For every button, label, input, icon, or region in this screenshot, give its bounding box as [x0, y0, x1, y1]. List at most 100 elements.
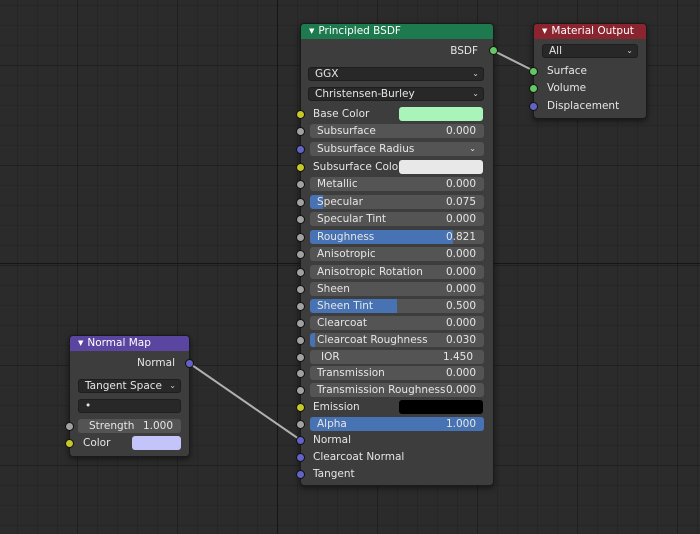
subsurface-socket[interactable] — [296, 127, 305, 136]
grid-axis-vertical — [277, 0, 278, 534]
clearcoat-value: 0.000 — [445, 317, 476, 329]
subsurface-color-socket[interactable] — [296, 163, 305, 172]
transmission-roughness-field[interactable]: Transmission Roughness 0.000 — [310, 383, 484, 397]
subsurface-radius-dropdown[interactable]: Subsurface Radius ⌄ — [310, 142, 484, 156]
displacement-socket[interactable] — [529, 102, 538, 111]
strength-value: 1.000 — [142, 420, 173, 432]
clearcoat-field[interactable]: Clearcoat 0.000 — [310, 316, 484, 330]
chevron-down-icon: ⌄ — [472, 89, 479, 98]
specular-tint-field[interactable]: Specular Tint 0.000 — [310, 212, 484, 226]
clearcoat-normal-socket[interactable] — [296, 453, 305, 462]
principled-bsdf-header[interactable]: ▼ Principled BSDF — [301, 24, 493, 39]
anisotropic-socket[interactable] — [296, 250, 305, 259]
roughness-field[interactable]: Roughness 0.821 — [310, 230, 484, 244]
ior-field[interactable]: IOR 1.450 — [310, 350, 484, 364]
material-output-header[interactable]: ▼ Material Output — [534, 24, 646, 39]
normal-map-header[interactable]: ▼ Normal Map — [70, 336, 189, 351]
roughness-label: Roughness — [317, 231, 375, 243]
distribution-dropdown[interactable]: GGX ⌄ — [308, 67, 484, 81]
specular-label: Specular — [317, 196, 363, 208]
transmission-value: 0.000 — [445, 367, 476, 379]
normal-map-node[interactable]: ▼ Normal Map Normal Tangent Space ⌄ • Str… — [65, 335, 194, 457]
metallic-socket[interactable] — [296, 180, 305, 189]
subsurface-radius-socket[interactable] — [296, 145, 305, 154]
transmission-socket[interactable] — [296, 369, 305, 378]
emission-swatch[interactable] — [399, 400, 483, 414]
output-target-dropdown[interactable]: All ⌄ — [542, 44, 638, 58]
displacement-label: Displacement — [547, 100, 620, 112]
anisotropic-rotation-field[interactable]: Anisotropic Rotation 0.000 — [310, 265, 484, 279]
material-output-node[interactable]: ▼ Material Output All ⌄ Surface Volume Di… — [529, 23, 647, 119]
metallic-field[interactable]: Metallic 0.000 — [310, 177, 484, 191]
anisotropic-rotation-label: Anisotropic Rotation — [317, 266, 423, 278]
material-output-title: Material Output — [551, 25, 634, 37]
space-dropdown[interactable]: Tangent Space ⌄ — [78, 379, 181, 393]
specular-value: 0.075 — [445, 196, 476, 208]
clearcoat-label: Clearcoat — [317, 317, 367, 329]
link-normal-to-normal — [188, 362, 300, 440]
tangent-label: Tangent — [313, 468, 355, 480]
specular-field[interactable]: Specular 0.075 — [310, 195, 484, 209]
bsdf-output-socket[interactable] — [489, 46, 498, 55]
surface-socket[interactable] — [529, 67, 538, 76]
subsurface-value: 0.000 — [445, 125, 476, 137]
space-value: Tangent Space — [85, 380, 162, 392]
ior-socket[interactable] — [296, 353, 305, 362]
clearcoat-roughness-field[interactable]: Clearcoat Roughness 0.030 — [310, 333, 484, 347]
link-bsdf-to-surface — [491, 49, 533, 71]
transmission-field[interactable]: Transmission 0.000 — [310, 366, 484, 380]
color-socket[interactable] — [65, 439, 74, 448]
sheen-socket[interactable] — [296, 285, 305, 294]
collapse-triangle-icon[interactable]: ▼ — [542, 24, 547, 39]
metallic-value: 0.000 — [445, 178, 476, 190]
strength-field[interactable]: Strength 1.000 — [78, 419, 181, 433]
transmission-roughness-value: 0.000 — [445, 384, 476, 396]
clearcoat-roughness-socket[interactable] — [296, 336, 305, 345]
emission-label: Emission — [313, 401, 360, 413]
strength-socket[interactable] — [65, 422, 74, 431]
color-swatch[interactable] — [132, 436, 181, 450]
clearcoat-roughness-fill — [310, 333, 316, 347]
volume-socket[interactable] — [529, 84, 538, 93]
anisotropic-rotation-value: 0.000 — [445, 266, 476, 278]
alpha-socket[interactable] — [296, 420, 305, 429]
roughness-socket[interactable] — [296, 233, 305, 242]
transmission-roughness-socket[interactable] — [296, 386, 305, 395]
normal-map-output-socket[interactable] — [185, 359, 194, 368]
normal-socket[interactable] — [296, 436, 305, 445]
alpha-field[interactable]: Alpha 1.000 — [310, 417, 484, 431]
normal-map-title: Normal Map — [87, 337, 151, 349]
volume-label: Volume — [547, 82, 587, 94]
sheen-field[interactable]: Sheen 0.000 — [310, 282, 484, 296]
base-color-socket[interactable] — [296, 110, 305, 119]
transmission-label: Transmission — [317, 367, 385, 379]
sheen-value: 0.000 — [445, 283, 476, 295]
clearcoat-normal-label: Clearcoat Normal — [313, 451, 405, 463]
sheen-label: Sheen — [317, 283, 350, 295]
specular-tint-value: 0.000 — [445, 213, 476, 225]
anisotropic-field[interactable]: Anisotropic 0.000 — [310, 247, 484, 261]
normal-map-output-label: Normal — [137, 357, 175, 369]
subsurface-color-swatch[interactable] — [399, 160, 483, 174]
tangent-socket[interactable] — [296, 470, 305, 479]
base-color-swatch[interactable] — [399, 107, 483, 121]
sheen-tint-field[interactable]: Sheen Tint 0.500 — [310, 299, 484, 313]
anisotropic-rotation-socket[interactable] — [296, 268, 305, 277]
subsurface-radius-label: Subsurface Radius — [317, 143, 415, 155]
specular-socket[interactable] — [296, 198, 305, 207]
alpha-value: 1.000 — [445, 418, 476, 430]
uv-map-field[interactable]: • — [78, 399, 181, 413]
chevron-down-icon: ⌄ — [469, 144, 476, 153]
collapse-triangle-icon[interactable]: ▼ — [78, 336, 83, 351]
alpha-label: Alpha — [317, 418, 347, 430]
specular-tint-socket[interactable] — [296, 215, 305, 224]
emission-socket[interactable] — [296, 403, 305, 412]
chevron-down-icon: ⌄ — [626, 46, 633, 55]
subsurface-method-dropdown[interactable]: Christensen-Burley ⌄ — [308, 87, 484, 101]
subsurface-color-label: Subsurface Colo — [313, 161, 399, 173]
clearcoat-socket[interactable] — [296, 319, 305, 328]
subsurface-field[interactable]: Subsurface 0.000 — [310, 124, 484, 138]
collapse-triangle-icon[interactable]: ▼ — [309, 24, 314, 39]
principled-bsdf-node[interactable]: ▼ Principled BSDF BSDF GGX ⌄ Christensen-… — [296, 23, 498, 486]
sheen-tint-socket[interactable] — [296, 302, 305, 311]
